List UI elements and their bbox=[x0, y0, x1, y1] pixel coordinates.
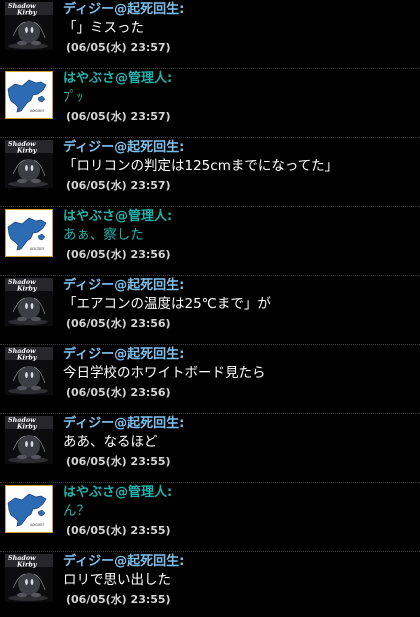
message-timestamp: (06/05(水) 23:57) bbox=[66, 179, 171, 192]
message-timestamp: (06/05(水) 23:56) bbox=[66, 317, 171, 330]
avatar[interactable]: ADCDEF bbox=[5, 71, 53, 119]
message-author[interactable]: はやぶさ@管理人: bbox=[63, 484, 172, 501]
avatar-text-line2: Kirby bbox=[16, 9, 38, 17]
shadow-kirby-avatar-icon: Shadow Kirby bbox=[5, 2, 53, 50]
shadow-kirby-avatar-icon: Shadow Kirby bbox=[5, 278, 53, 326]
message-text: あぁ、察した bbox=[63, 227, 144, 243]
message-author[interactable]: ディジー@起死回生: bbox=[63, 415, 184, 432]
message-timestamp: (06/05(水) 23:57) bbox=[66, 110, 171, 123]
chat-message: Shadow Kirby ディジー@起死回生: 今日学校のホワイトボード見たら (0… bbox=[0, 345, 420, 414]
message-timestamp: (06/05(水) 23:56) bbox=[66, 386, 171, 399]
message-author[interactable]: ディジー@起死回生: bbox=[63, 277, 184, 294]
chat-message: ADCDEF はやぶさ@管理人: ん？ (06/05(水) 23:55) bbox=[0, 483, 420, 552]
avatar-text-line2: Kirby bbox=[16, 423, 38, 431]
message-timestamp: (06/05(水) 23:55) bbox=[66, 524, 171, 537]
shadow-kirby-avatar-icon: Shadow Kirby bbox=[5, 347, 53, 395]
avatar-text-line2: Kirby bbox=[16, 561, 38, 569]
message-text: ﾌﾟｯ bbox=[63, 89, 84, 105]
avatar-text-line2: Kirby bbox=[16, 354, 38, 362]
avatar[interactable]: ADCDEF bbox=[5, 485, 53, 533]
shadow-kirby-avatar-icon: Shadow Kirby bbox=[5, 416, 53, 464]
message-text: 「」ミスった bbox=[63, 20, 144, 36]
message-author[interactable]: ディジー@起死回生: bbox=[63, 1, 184, 18]
message-text: ん？ bbox=[63, 503, 90, 519]
message-author[interactable]: ディジー@起死回生: bbox=[63, 553, 184, 570]
avatar[interactable]: Shadow Kirby bbox=[5, 140, 53, 188]
avatar[interactable]: Shadow Kirby bbox=[5, 347, 53, 395]
chat-message: Shadow Kirby ディジー@起死回生: 「エアコンの温度は25℃まで」が (… bbox=[0, 276, 420, 345]
avatar[interactable]: Shadow Kirby bbox=[5, 416, 53, 464]
map-avatar-icon: ADCDEF bbox=[5, 71, 53, 119]
message-text: 「エアコンの温度は25℃まで」が bbox=[63, 296, 271, 312]
message-timestamp: (06/05(水) 23:55) bbox=[66, 593, 171, 606]
chat-message: Shadow Kirby ディジー@起死回生: ロリで思い出した (06/05(水)… bbox=[0, 552, 420, 617]
avatar[interactable]: ADCDEF bbox=[5, 209, 53, 257]
shadow-kirby-avatar-icon: Shadow Kirby bbox=[5, 140, 53, 188]
message-timestamp: (06/05(水) 23:56) bbox=[66, 248, 171, 261]
chat-log: Shadow Kirby ディジー@起死回生: 「」ミスった (06/05(水) 2… bbox=[0, 0, 420, 617]
avatar-text-line2: Kirby bbox=[16, 147, 38, 155]
message-text: 「ロリコンの判定は125cmまでになってた」 bbox=[63, 158, 339, 174]
chat-message: Shadow Kirby ディジー@起死回生: 「」ミスった (06/05(水) 2… bbox=[0, 0, 420, 69]
avatar[interactable]: Shadow Kirby bbox=[5, 554, 53, 602]
chat-message: Shadow Kirby ディジー@起死回生: 「ロリコンの判定は125cmまでに… bbox=[0, 138, 420, 207]
avatar-map-caption: ADCDEF bbox=[30, 523, 44, 527]
chat-message: ADCDEF はやぶさ@管理人: ﾌﾟｯ (06/05(水) 23:57) bbox=[0, 69, 420, 138]
avatar-text-line2: Kirby bbox=[16, 285, 38, 293]
message-timestamp: (06/05(水) 23:55) bbox=[66, 455, 171, 468]
chat-message: ADCDEF はやぶさ@管理人: あぁ、察した (06/05(水) 23:56) bbox=[0, 207, 420, 276]
message-author[interactable]: ディジー@起死回生: bbox=[63, 346, 184, 363]
avatar-map-caption: ADCDEF bbox=[30, 109, 44, 113]
message-author[interactable]: はやぶさ@管理人: bbox=[63, 70, 172, 87]
message-author[interactable]: ディジー@起死回生: bbox=[63, 139, 184, 156]
shadow-kirby-avatar-icon: Shadow Kirby bbox=[5, 554, 53, 602]
map-avatar-icon: ADCDEF bbox=[5, 485, 53, 533]
message-author[interactable]: はやぶさ@管理人: bbox=[63, 208, 172, 225]
message-text: 今日学校のホワイトボード見たら bbox=[63, 365, 266, 381]
message-timestamp: (06/05(水) 23:57) bbox=[66, 41, 171, 54]
avatar[interactable]: Shadow Kirby bbox=[5, 2, 53, 50]
avatar[interactable]: Shadow Kirby bbox=[5, 278, 53, 326]
map-avatar-icon: ADCDEF bbox=[5, 209, 53, 257]
chat-message: Shadow Kirby ディジー@起死回生: ああ、なるほど (06/05(水) … bbox=[0, 414, 420, 483]
message-text: ああ、なるほど bbox=[63, 434, 158, 450]
avatar-map-caption: ADCDEF bbox=[30, 247, 44, 251]
message-text: ロリで思い出した bbox=[63, 572, 171, 588]
